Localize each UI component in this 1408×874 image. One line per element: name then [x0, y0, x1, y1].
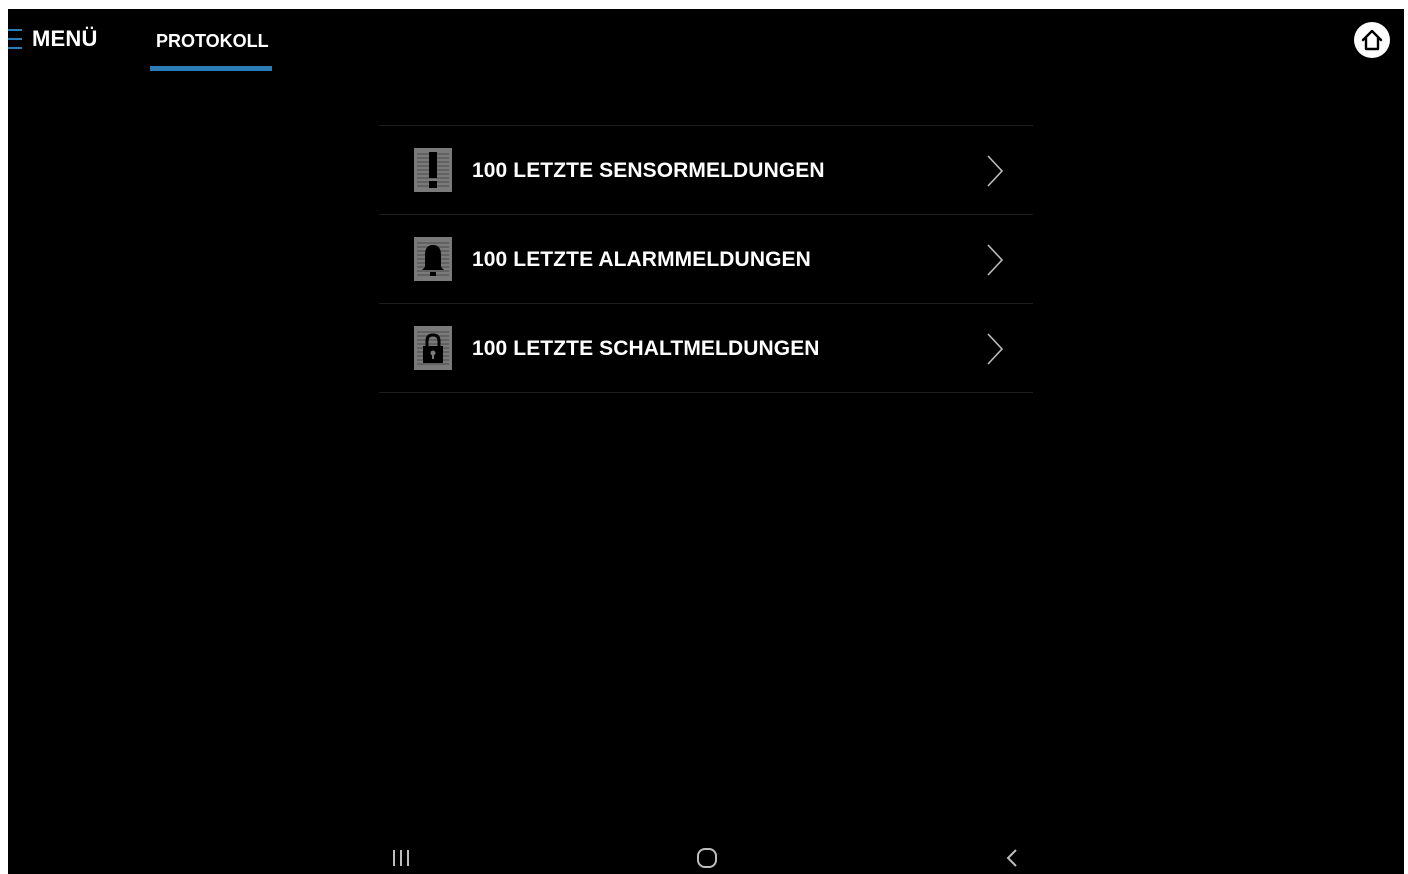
chevron-right-icon	[987, 155, 1004, 187]
list-item-label: 100 LETZTE SENSORMELDUNGEN	[472, 159, 825, 182]
home-icon	[1361, 29, 1383, 51]
chevron-right-icon	[987, 333, 1004, 365]
lock-icon	[414, 326, 452, 370]
list-item-alarmmeldungen[interactable]: 100 LETZTE ALARMMELDUNGEN	[379, 215, 1033, 304]
exclamation-icon	[414, 148, 452, 192]
tab-label: PROTOKOLL	[156, 31, 269, 51]
list-item-schaltmeldungen[interactable]: 100 LETZTE SCHALTMELDUNGEN	[379, 304, 1033, 393]
tab-active-indicator	[150, 66, 272, 71]
hamburger-icon	[8, 29, 22, 49]
chevron-right-icon	[987, 244, 1004, 276]
app-screen: MENÜ PROTOKOLL 100 LETZTE SENSORMELDUNGE…	[8, 9, 1404, 874]
home-circle-icon[interactable]	[696, 847, 718, 869]
menu-label: MENÜ	[32, 26, 98, 51]
menu-button[interactable]: MENÜ	[8, 23, 98, 55]
list-item-label: 100 LETZTE ALARMMELDUNGEN	[472, 248, 811, 271]
list-item-sensormeldungen[interactable]: 100 LETZTE SENSORMELDUNGEN	[379, 126, 1033, 215]
recent-apps-icon[interactable]	[390, 849, 412, 867]
back-icon[interactable]	[1004, 847, 1020, 869]
bell-icon	[414, 237, 452, 281]
tab-protokoll[interactable]: PROTOKOLL	[150, 9, 272, 71]
list-item-label: 100 LETZTE SCHALTMELDUNGEN	[472, 337, 820, 360]
home-button[interactable]	[1354, 22, 1390, 58]
protocol-list: 100 LETZTE SENSORMELDUNGEN 100 LETZTE AL…	[379, 125, 1033, 393]
